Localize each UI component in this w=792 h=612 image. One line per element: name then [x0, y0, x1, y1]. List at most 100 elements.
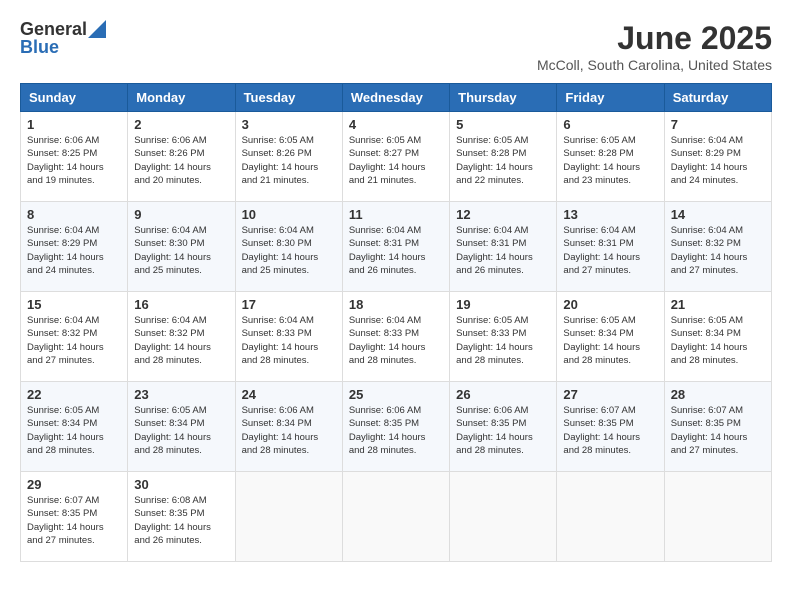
- calendar-table: SundayMondayTuesdayWednesdayThursdayFrid…: [20, 83, 772, 562]
- day-info: Sunrise: 6:06 AMSunset: 8:34 PMDaylight:…: [242, 404, 336, 457]
- calendar-week-5: 29 Sunrise: 6:07 AMSunset: 8:35 PMDayligh…: [21, 472, 772, 562]
- day-info: Sunrise: 6:04 AMSunset: 8:29 PMDaylight:…: [27, 224, 121, 277]
- calendar-cell: 28 Sunrise: 6:07 AMSunset: 8:35 PMDayligh…: [664, 382, 771, 472]
- day-number: 24: [242, 387, 336, 402]
- day-info: Sunrise: 6:04 AMSunset: 8:32 PMDaylight:…: [134, 314, 228, 367]
- calendar-cell: 9 Sunrise: 6:04 AMSunset: 8:30 PMDaylight…: [128, 202, 235, 292]
- calendar-cell: 2 Sunrise: 6:06 AMSunset: 8:26 PMDaylight…: [128, 112, 235, 202]
- day-info: Sunrise: 6:08 AMSunset: 8:35 PMDaylight:…: [134, 494, 228, 547]
- day-info: Sunrise: 6:04 AMSunset: 8:30 PMDaylight:…: [242, 224, 336, 277]
- day-number: 15: [27, 297, 121, 312]
- day-info: Sunrise: 6:04 AMSunset: 8:32 PMDaylight:…: [671, 224, 765, 277]
- weekday-header-monday: Monday: [128, 84, 235, 112]
- logo-general-text: General: [20, 20, 87, 38]
- day-number: 13: [563, 207, 657, 222]
- calendar-cell: 4Sunrise: 6:05 AMSunset: 8:27 PMDaylight…: [342, 112, 449, 202]
- day-number: 14: [671, 207, 765, 222]
- day-info: Sunrise: 6:05 AMSunset: 8:26 PMDaylight:…: [242, 134, 336, 187]
- weekday-header-wednesday: Wednesday: [342, 84, 449, 112]
- day-info: Sunrise: 6:04 AMSunset: 8:33 PMDaylight:…: [349, 314, 443, 367]
- calendar-cell: [342, 472, 449, 562]
- day-info: Sunrise: 6:06 AMSunset: 8:26 PMDaylight:…: [134, 134, 228, 187]
- calendar-header: SundayMondayTuesdayWednesdayThursdayFrid…: [21, 84, 772, 112]
- day-number: 27: [563, 387, 657, 402]
- day-info: Sunrise: 6:06 AMSunset: 8:35 PMDaylight:…: [456, 404, 550, 457]
- day-number: 18: [349, 297, 443, 312]
- calendar-cell: 10 Sunrise: 6:04 AMSunset: 8:30 PMDayligh…: [235, 202, 342, 292]
- calendar-cell: 22Sunrise: 6:05 AMSunset: 8:34 PMDayligh…: [21, 382, 128, 472]
- calendar-cell: [557, 472, 664, 562]
- day-info: Sunrise: 6:04 AMSunset: 8:31 PMDaylight:…: [563, 224, 657, 277]
- calendar-week-3: 15 Sunrise: 6:04 AMSunset: 8:32 PMDayligh…: [21, 292, 772, 382]
- month-title: June 2025: [537, 20, 772, 57]
- day-info: Sunrise: 6:04 AMSunset: 8:33 PMDaylight:…: [242, 314, 336, 367]
- weekday-header-saturday: Saturday: [664, 84, 771, 112]
- weekday-header-thursday: Thursday: [450, 84, 557, 112]
- page-header: General Blue June 2025 McColl, South Car…: [20, 20, 772, 73]
- day-info: Sunrise: 6:07 AMSunset: 8:35 PMDaylight:…: [563, 404, 657, 457]
- day-number: 28: [671, 387, 765, 402]
- calendar-cell: 19Sunrise: 6:05 AMSunset: 8:33 PMDayligh…: [450, 292, 557, 382]
- calendar-cell: 12 Sunrise: 6:04 AMSunset: 8:31 PMDayligh…: [450, 202, 557, 292]
- calendar-cell: 17 Sunrise: 6:04 AMSunset: 8:33 PMDayligh…: [235, 292, 342, 382]
- day-number: 25: [349, 387, 443, 402]
- calendar-cell: 1Sunrise: 6:06 AMSunset: 8:25 PMDaylight…: [21, 112, 128, 202]
- day-info: Sunrise: 6:06 AMSunset: 8:25 PMDaylight:…: [27, 134, 121, 187]
- calendar-cell: 6Sunrise: 6:05 AMSunset: 8:28 PMDaylight…: [557, 112, 664, 202]
- day-number: 19: [456, 297, 550, 312]
- day-info: Sunrise: 6:05 AMSunset: 8:34 PMDaylight:…: [563, 314, 657, 367]
- calendar-cell: [235, 472, 342, 562]
- day-number: 20: [563, 297, 657, 312]
- weekday-header-tuesday: Tuesday: [235, 84, 342, 112]
- calendar-cell: 5Sunrise: 6:05 AMSunset: 8:28 PMDaylight…: [450, 112, 557, 202]
- location-subtitle: McColl, South Carolina, United States: [537, 57, 772, 73]
- day-info: Sunrise: 6:05 AMSunset: 8:28 PMDaylight:…: [456, 134, 550, 187]
- day-number: 3: [242, 117, 336, 132]
- day-info: Sunrise: 6:04 AMSunset: 8:31 PMDaylight:…: [349, 224, 443, 277]
- calendar-cell: 25Sunrise: 6:06 AMSunset: 8:35 PMDayligh…: [342, 382, 449, 472]
- calendar-cell: 21Sunrise: 6:05 AMSunset: 8:34 PMDayligh…: [664, 292, 771, 382]
- day-info: Sunrise: 6:05 AMSunset: 8:28 PMDaylight:…: [563, 134, 657, 187]
- day-number: 29: [27, 477, 121, 492]
- calendar-cell: 3 Sunrise: 6:05 AMSunset: 8:26 PMDaylight…: [235, 112, 342, 202]
- day-number: 17: [242, 297, 336, 312]
- day-number: 9: [134, 207, 228, 222]
- weekday-header-sunday: Sunday: [21, 84, 128, 112]
- calendar-cell: 26 Sunrise: 6:06 AMSunset: 8:35 PMDayligh…: [450, 382, 557, 472]
- calendar-cell: 11 Sunrise: 6:04 AMSunset: 8:31 PMDayligh…: [342, 202, 449, 292]
- calendar-cell: 13 Sunrise: 6:04 AMSunset: 8:31 PMDayligh…: [557, 202, 664, 292]
- day-number: 8: [27, 207, 121, 222]
- day-info: Sunrise: 6:04 AMSunset: 8:29 PMDaylight:…: [671, 134, 765, 187]
- day-number: 2: [134, 117, 228, 132]
- calendar-cell: 7 Sunrise: 6:04 AMSunset: 8:29 PMDaylight…: [664, 112, 771, 202]
- calendar-cell: 20 Sunrise: 6:05 AMSunset: 8:34 PMDayligh…: [557, 292, 664, 382]
- day-number: 7: [671, 117, 765, 132]
- day-info: Sunrise: 6:04 AMSunset: 8:30 PMDaylight:…: [134, 224, 228, 277]
- day-number: 16: [134, 297, 228, 312]
- day-info: Sunrise: 6:04 AMSunset: 8:31 PMDaylight:…: [456, 224, 550, 277]
- calendar-week-1: 1Sunrise: 6:06 AMSunset: 8:25 PMDaylight…: [21, 112, 772, 202]
- day-number: 11: [349, 207, 443, 222]
- day-info: Sunrise: 6:05 AMSunset: 8:34 PMDaylight:…: [134, 404, 228, 457]
- logo-triangle-icon: [88, 20, 106, 38]
- day-info: Sunrise: 6:05 AMSunset: 8:27 PMDaylight:…: [349, 134, 443, 187]
- calendar-cell: 27 Sunrise: 6:07 AMSunset: 8:35 PMDayligh…: [557, 382, 664, 472]
- calendar-cell: [450, 472, 557, 562]
- calendar-cell: 16 Sunrise: 6:04 AMSunset: 8:32 PMDayligh…: [128, 292, 235, 382]
- day-info: Sunrise: 6:04 AMSunset: 8:32 PMDaylight:…: [27, 314, 121, 367]
- day-info: Sunrise: 6:07 AMSunset: 8:35 PMDaylight:…: [27, 494, 121, 547]
- day-number: 12: [456, 207, 550, 222]
- calendar-cell: 24 Sunrise: 6:06 AMSunset: 8:34 PMDayligh…: [235, 382, 342, 472]
- day-info: Sunrise: 6:07 AMSunset: 8:35 PMDaylight:…: [671, 404, 765, 457]
- day-number: 23: [134, 387, 228, 402]
- day-number: 30: [134, 477, 228, 492]
- calendar-cell: 23 Sunrise: 6:05 AMSunset: 8:34 PMDayligh…: [128, 382, 235, 472]
- calendar-cell: 18 Sunrise: 6:04 AMSunset: 8:33 PMDayligh…: [342, 292, 449, 382]
- day-number: 26: [456, 387, 550, 402]
- logo-blue-text: Blue: [20, 38, 59, 56]
- calendar-body: 1Sunrise: 6:06 AMSunset: 8:25 PMDaylight…: [21, 112, 772, 562]
- calendar-cell: 14 Sunrise: 6:04 AMSunset: 8:32 PMDayligh…: [664, 202, 771, 292]
- day-info: Sunrise: 6:05 AMSunset: 8:34 PMDaylight:…: [27, 404, 121, 457]
- day-number: 21: [671, 297, 765, 312]
- day-number: 10: [242, 207, 336, 222]
